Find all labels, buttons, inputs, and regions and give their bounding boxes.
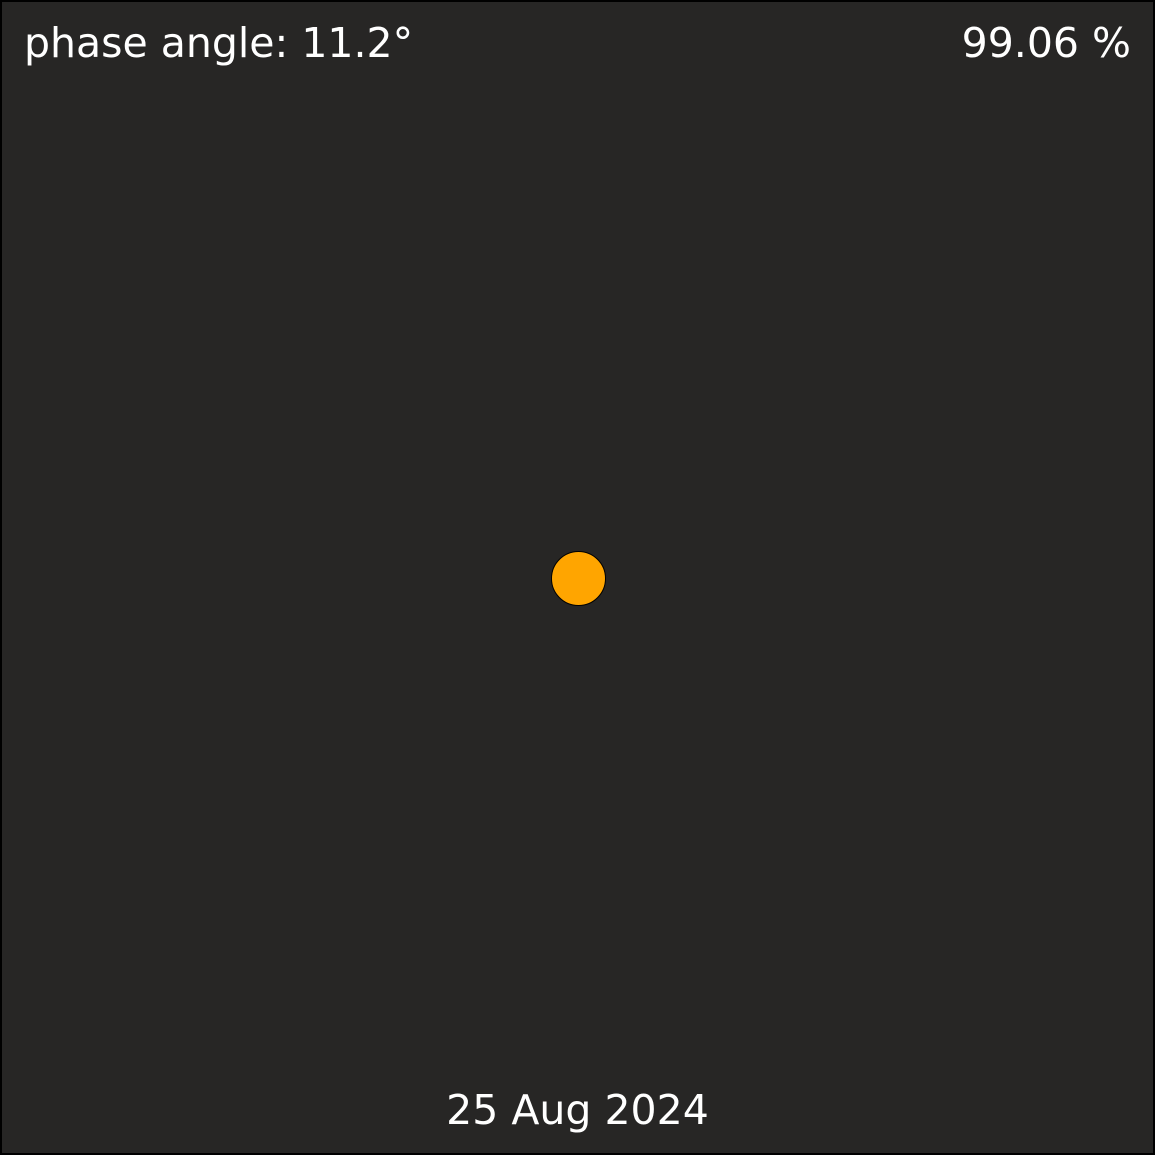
phase-angle-label: phase angle: 11.2°	[24, 19, 414, 67]
phase-view: phase angle: 11.2° 99.06 % 25 Aug 2024	[0, 0, 1155, 1155]
date-label: 25 Aug 2024	[446, 1086, 709, 1134]
illumination-percent-label: 99.06 %	[961, 19, 1131, 67]
planet-disk	[551, 551, 606, 606]
